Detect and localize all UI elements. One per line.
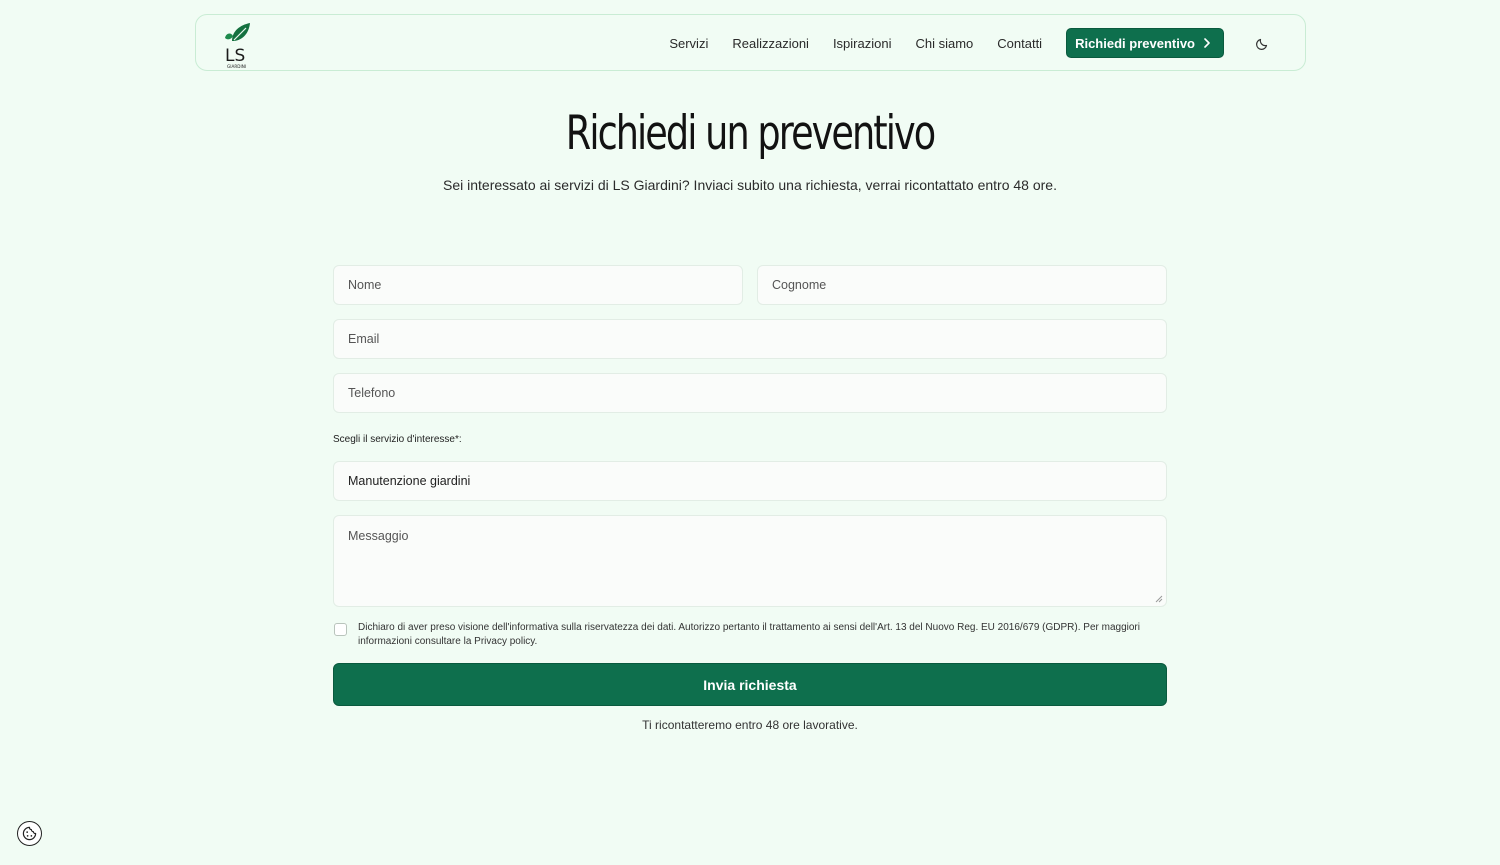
moon-icon[interactable] xyxy=(1255,35,1271,51)
page-title: Richiedi un preventivo xyxy=(565,106,936,161)
cognome-input[interactable]: Cognome xyxy=(757,265,1167,305)
main-nav: Servizi Realizzazioni Ispirazioni Chi si… xyxy=(669,28,1224,58)
nome-input[interactable]: Nome xyxy=(333,265,743,305)
cookie-settings-button[interactable] xyxy=(17,821,42,846)
nav-ispirazioni[interactable]: Ispirazioni xyxy=(833,36,892,51)
chevron-right-icon xyxy=(1204,38,1210,48)
logo-text: LS xyxy=(225,46,245,66)
submit-label: Invia richiesta xyxy=(703,676,797,693)
telefono-input[interactable]: Telefono xyxy=(333,373,1167,413)
messaggio-placeholder: Messaggio xyxy=(348,529,409,543)
logo-subtext: GIARDINI xyxy=(227,64,246,69)
leaf-logo-icon: LS GIARDINI xyxy=(225,23,250,69)
service-label: Scegli il servizio d'interesse*: xyxy=(333,434,462,445)
telefono-placeholder: Telefono xyxy=(348,386,396,400)
privacy-consent-text: Dichiaro di aver preso visione dell'info… xyxy=(358,622,1140,647)
request-quote-button[interactable]: Richiedi preventivo xyxy=(1066,28,1224,58)
nav-chi-siamo[interactable]: Chi siamo xyxy=(915,36,973,51)
cookie-icon xyxy=(22,826,37,841)
logo[interactable]: LS GIARDINI xyxy=(222,19,254,69)
page-subtitle: Sei interessato ai servizi di LS Giardin… xyxy=(443,177,1057,193)
cognome-placeholder: Cognome xyxy=(772,278,827,292)
nav-contatti[interactable]: Contatti xyxy=(997,36,1042,51)
resize-handle-icon[interactable] xyxy=(1155,595,1163,603)
nav-realizzazioni[interactable]: Realizzazioni xyxy=(732,36,809,51)
privacy-checkbox[interactable] xyxy=(334,623,347,636)
email-placeholder: Email xyxy=(348,332,380,346)
email-input[interactable]: Email xyxy=(333,319,1167,359)
nav-servizi[interactable]: Servizi xyxy=(669,36,708,51)
service-select[interactable]: Manutenzione giardini xyxy=(333,461,1167,501)
response-note: Ti ricontatteremo entro 48 ore lavorativ… xyxy=(642,718,858,732)
submit-button[interactable]: Invia richiesta xyxy=(333,663,1167,706)
site-header: LS GIARDINI Servizi Realizzazioni Ispira… xyxy=(195,14,1306,71)
request-quote-label: Richiedi preventivo xyxy=(1075,35,1195,51)
nome-placeholder: Nome xyxy=(348,278,382,292)
service-selected-value: Manutenzione giardini xyxy=(348,474,471,488)
page: LS GIARDINI Servizi Realizzazioni Ispira… xyxy=(0,0,1500,865)
messaggio-textarea[interactable]: Messaggio xyxy=(333,515,1167,607)
